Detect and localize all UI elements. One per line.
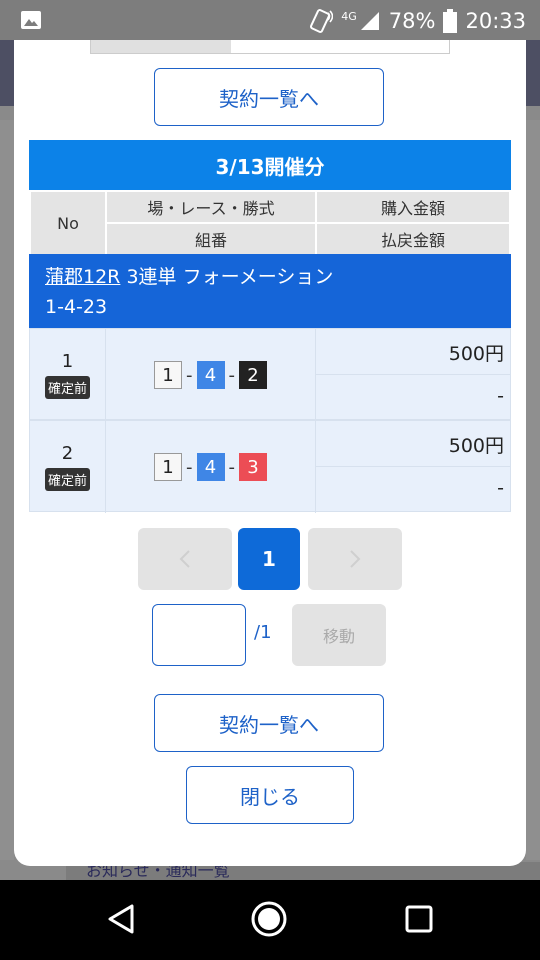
scrolled-content-stub (90, 40, 450, 54)
background-panel-right (526, 120, 540, 860)
total-pages: /1 (254, 622, 272, 643)
combination: 1 - 4 - 3 (106, 421, 316, 513)
col-venue-race-type: 場・レース・勝式 (105, 190, 317, 224)
clock: 20:33 (465, 9, 526, 33)
col-combination: 組番 (105, 222, 317, 256)
contract-list-button-bottom[interactable]: 契約一覧へ (154, 694, 384, 752)
status-bar: 4G 78% 20:33 (0, 0, 540, 40)
boat-number: 1 (154, 361, 182, 389)
boat-number: 2 (239, 361, 267, 389)
col-purchase-amount: 購入金額 (315, 190, 511, 224)
back-icon[interactable] (104, 902, 138, 936)
boat-number: 4 (196, 361, 225, 389)
col-refund-amount: 払戻金額 (315, 222, 511, 256)
separator: - (228, 364, 236, 386)
refund-amount: - (497, 385, 504, 407)
combination: 1 - 4 - 2 (106, 329, 316, 421)
purchase-amount: 500円 (316, 421, 510, 467)
date-header: 3/13開催分 (29, 140, 511, 190)
boat-number: 3 (239, 453, 267, 481)
status-icons: 4G 78% 20:33 (307, 6, 526, 36)
separator: - (228, 456, 236, 478)
close-button[interactable]: 閉じる (186, 766, 354, 824)
network-type: 4G (341, 9, 357, 23)
purchase-amount: 500円 (316, 329, 510, 375)
table-row: 1 確定前 1 - 4 - 2 500円 - (29, 328, 511, 421)
row-number: 1 (61, 351, 74, 372)
signal-icon (360, 12, 379, 30)
race-info-bar: 蒲郡12R 3連単 フォーメーション 1-4-23 (29, 254, 511, 328)
battery-icon (443, 9, 458, 33)
page-number-input[interactable] (152, 604, 246, 666)
move-button[interactable]: 移動 (292, 604, 386, 666)
boat-number: 4 (196, 453, 225, 481)
col-no: No (29, 190, 107, 256)
chevron-left-icon (179, 550, 190, 568)
battery-percent: 78% (388, 9, 436, 33)
system-nav-bar (0, 880, 540, 960)
separator: - (186, 364, 193, 386)
prev-page-button[interactable] (138, 528, 232, 590)
vibrate-icon (310, 9, 334, 33)
separator: - (186, 456, 193, 478)
refund-amount: - (497, 477, 504, 499)
table-header: No 場・レース・勝式 購入金額 組番 払戻金額 (29, 190, 511, 256)
bet-type: 3連単 フォーメーション (126, 266, 334, 288)
boat-number: 1 (154, 453, 182, 481)
page-button-current[interactable]: 1 (238, 528, 300, 590)
gallery-notification-icon (21, 11, 41, 29)
row-number: 2 (61, 443, 74, 464)
background-panel-left (0, 120, 14, 860)
next-page-button[interactable] (308, 528, 402, 590)
home-icon[interactable] (250, 900, 288, 938)
race-link[interactable]: 蒲郡12R (45, 266, 120, 288)
status-badge: 確定前 (44, 468, 90, 491)
table-row: 2 確定前 1 - 4 - 3 500円 - (29, 420, 511, 513)
formation: 1-4-23 (45, 296, 108, 318)
contract-list-button-top[interactable]: 契約一覧へ (154, 68, 384, 126)
chevron-right-icon (350, 550, 361, 568)
recent-apps-icon[interactable] (404, 904, 434, 934)
status-badge: 確定前 (44, 376, 90, 399)
contract-detail-modal: 契約一覧へ 3/13開催分 No 場・レース・勝式 購入金額 組番 払戻金額 蒲… (14, 40, 526, 866)
